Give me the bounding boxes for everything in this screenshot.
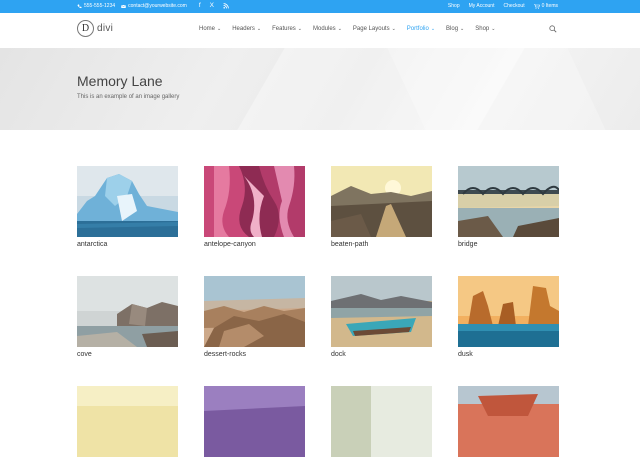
- gallery-item[interactable]: dock: [331, 276, 432, 358]
- gallery-caption[interactable]: antarctica: [77, 241, 178, 248]
- gallery-item[interactable]: dessert-rocks: [204, 276, 305, 358]
- nav-blog[interactable]: Blog ⌄: [446, 26, 464, 32]
- light-image[interactable]: [331, 386, 432, 457]
- nav-label: Blog: [446, 26, 459, 32]
- x-icon[interactable]: X: [210, 2, 214, 9]
- chevron-down-icon: ⌄: [337, 26, 342, 32]
- gallery-item[interactable]: antarctica: [77, 166, 178, 248]
- cart-link[interactable]: 0 Items: [533, 3, 558, 9]
- canyon-image[interactable]: [204, 166, 305, 237]
- red-rock-image[interactable]: [458, 386, 559, 457]
- nav-label: Page Layouts: [352, 26, 390, 32]
- chevron-down-icon: ⌄: [430, 26, 436, 32]
- chevron-down-icon: ⌄: [217, 26, 222, 32]
- logo-mark: D: [77, 20, 94, 37]
- nav-modules[interactable]: Modules ⌄: [313, 26, 342, 32]
- nav-label: Portfolio: [406, 26, 429, 32]
- nav-shop[interactable]: Shop ⌄: [475, 26, 495, 32]
- chevron-down-icon: ⌄: [491, 26, 496, 32]
- purple-image[interactable]: [204, 386, 305, 457]
- gallery-caption[interactable]: dusk: [458, 351, 559, 358]
- bridge-image[interactable]: [458, 166, 559, 237]
- boat-image[interactable]: [331, 276, 432, 347]
- gallery-item[interactable]: [331, 386, 432, 457]
- gallery-item[interactable]: cove: [77, 276, 178, 358]
- nav-features[interactable]: Features ⌄: [272, 26, 302, 32]
- desert-image[interactable]: [204, 276, 305, 347]
- nav-label: Features: [272, 26, 296, 32]
- page-title: Memory Lane: [77, 73, 163, 89]
- gallery-item[interactable]: beaten-path: [331, 166, 432, 248]
- phone-icon: [77, 4, 82, 8]
- gallery-item[interactable]: dusk: [458, 276, 559, 358]
- nav-label: Shop: [475, 26, 490, 32]
- gallery-item[interactable]: [458, 386, 559, 457]
- cart-count: 0 Items: [541, 3, 558, 9]
- nav-headers[interactable]: Headers ⌄: [232, 26, 261, 32]
- checkout-link[interactable]: Checkout: [503, 3, 524, 9]
- gallery-caption[interactable]: dessert-rocks: [204, 351, 305, 358]
- cart-icon: [533, 3, 540, 9]
- gallery-item[interactable]: [204, 386, 305, 457]
- gallery-caption[interactable]: antelope-canyon: [204, 241, 305, 248]
- shop-link[interactable]: Shop: [448, 3, 460, 9]
- logo-text: divi: [97, 23, 114, 34]
- gallery-item[interactable]: [77, 386, 178, 457]
- iceberg-image[interactable]: [77, 166, 178, 237]
- nav-portfolio[interactable]: Portfolio ⌄: [407, 26, 435, 32]
- email-address: contact@yourwebsite.com: [128, 3, 187, 9]
- my-account-link[interactable]: My Account: [469, 3, 495, 9]
- facebook-icon[interactable]: f: [199, 2, 201, 9]
- gallery-caption[interactable]: bridge: [458, 241, 559, 248]
- rss-icon[interactable]: [223, 3, 229, 9]
- mail-icon: [121, 4, 127, 8]
- dusk-image[interactable]: [458, 276, 559, 347]
- nav-label: Modules: [313, 26, 336, 32]
- nav-label: Headers: [232, 26, 255, 32]
- email-contact[interactable]: contact@yourwebsite.com: [121, 3, 187, 9]
- page-subtitle: This is an example of an image gallery: [77, 94, 180, 100]
- chevron-down-icon: ⌄: [256, 26, 262, 32]
- nav-label: Home: [199, 26, 216, 32]
- gallery-caption[interactable]: cove: [77, 351, 178, 358]
- nav-page-layouts[interactable]: Page Layouts ⌄: [353, 26, 396, 32]
- main-header: D divi Home ⌄ Headers ⌄ Features ⌄ Modules ⌄…: [0, 13, 640, 48]
- top-bar: 555-555-1234 contact@yourwebsite.com f X…: [0, 0, 640, 13]
- gallery-caption[interactable]: dock: [331, 351, 432, 358]
- cove-image[interactable]: [77, 276, 178, 347]
- search-icon[interactable]: [549, 25, 557, 33]
- chevron-down-icon: ⌄: [297, 26, 302, 32]
- yellow-image[interactable]: [77, 386, 178, 457]
- site-logo[interactable]: D divi: [77, 20, 113, 37]
- gallery-item[interactable]: antelope-canyon: [204, 166, 305, 248]
- chevron-down-icon: ⌄: [391, 26, 396, 32]
- phone-number: 555-555-1234: [84, 3, 116, 9]
- nav-home[interactable]: Home ⌄: [199, 26, 221, 32]
- phone-contact[interactable]: 555-555-1234: [77, 3, 115, 9]
- gallery-item[interactable]: bridge: [458, 166, 559, 248]
- gallery-caption[interactable]: beaten-path: [331, 241, 432, 248]
- main-nav: Home ⌄ Headers ⌄ Features ⌄ Modules ⌄ Page L…: [199, 26, 495, 32]
- chevron-down-icon: ⌄: [460, 26, 465, 32]
- page-hero: Memory Lane This is an example of an ima…: [0, 48, 640, 130]
- path-image[interactable]: [331, 166, 432, 237]
